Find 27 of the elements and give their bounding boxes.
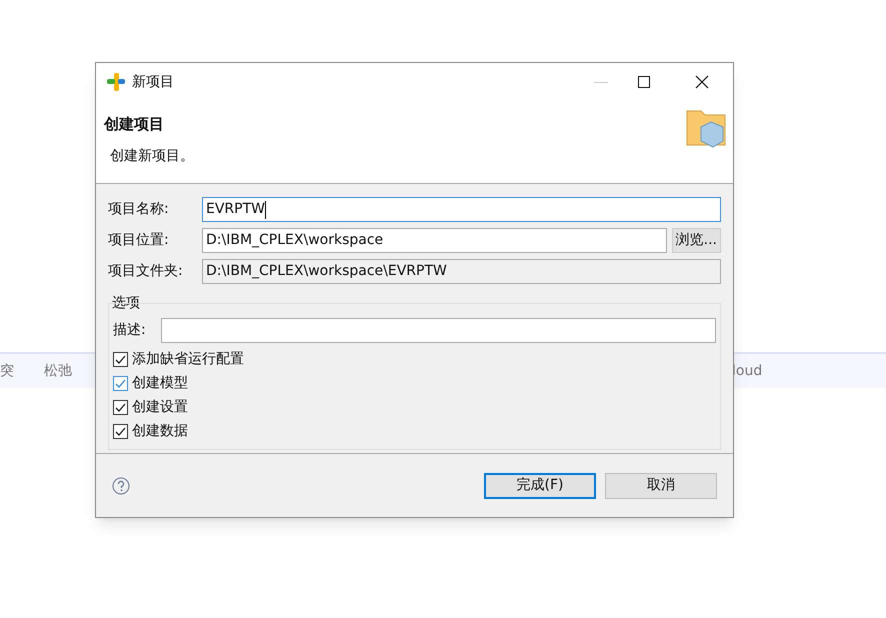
checkbox[interactable] [113,400,128,414]
field-label: 项目名称: [108,200,170,219]
field-label: 项目位置: [108,231,170,250]
checkbox[interactable] [113,424,128,438]
close-icon[interactable] [695,75,709,89]
help-icon[interactable] [112,476,130,494]
text-field[interactable]: EVRPTW [202,197,721,222]
text-field[interactable]: D:\IBM_CPLEX\workspace [202,228,667,253]
header-title: 创建项目 [104,114,165,135]
description-label: 描述: [113,321,147,340]
checkbox[interactable] [113,352,128,366]
browse-button[interactable]: 浏览... [672,228,721,253]
header-description: 创建新项目。 [110,146,195,166]
checkbox-label: 创建设置 [132,398,188,416]
dialog-button[interactable]: 取消 [605,472,717,498]
window-title: 新项目 [132,72,174,92]
field-label: 项目文件夹: [108,262,184,281]
checkbox-label: 创建模型 [132,374,188,392]
toolbar-label: 松弛 [44,362,72,380]
maximize-icon[interactable] [638,76,650,88]
checkbox[interactable] [113,376,128,390]
app-icon [106,72,126,92]
checkbox-label: 创建数据 [132,422,188,440]
dialog-button[interactable]: 完成(F) [484,472,596,498]
toolbar-label: 突 [0,362,14,380]
description-field[interactable] [161,318,716,343]
checkbox-label: 添加缺省运行配置 [132,350,244,368]
